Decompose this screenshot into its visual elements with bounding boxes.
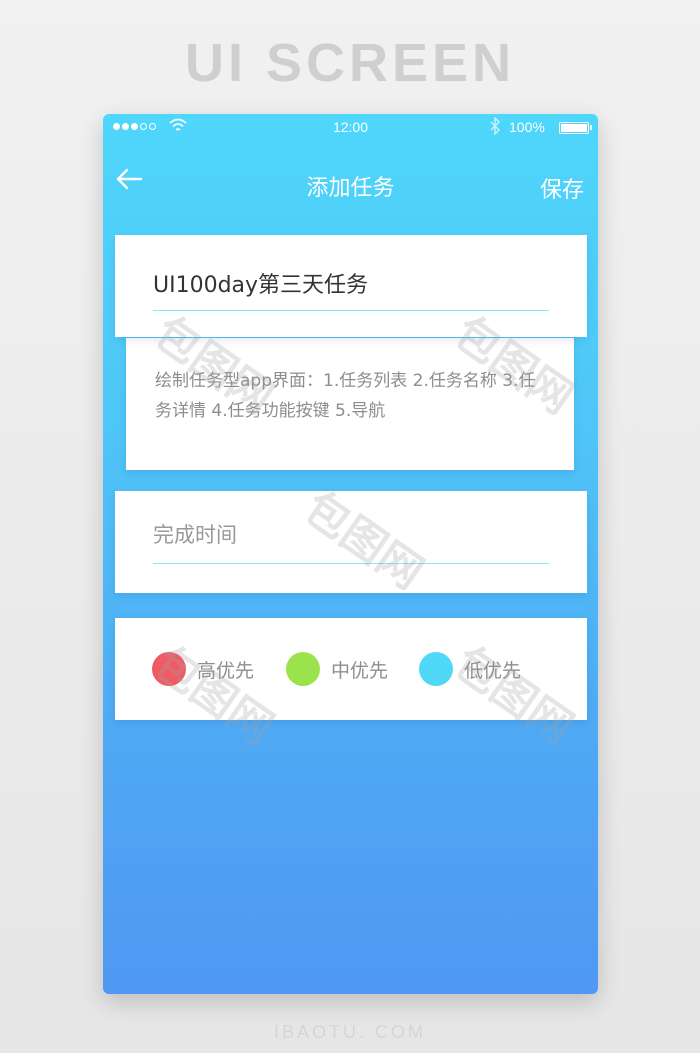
battery-icon xyxy=(559,122,589,134)
task-description-text[interactable]: 绘制任务型app界面：1.任务列表 2.任务名称 3.任务详情 4.任务功能按键… xyxy=(155,366,540,426)
time-underline xyxy=(153,563,549,564)
bluetooth-icon xyxy=(490,117,500,135)
due-time-field[interactable] xyxy=(153,523,549,547)
priority-medium-dot xyxy=(286,652,320,686)
priority-medium-label: 中优先 xyxy=(331,659,389,682)
headline: UI SCREEN xyxy=(184,33,516,93)
priority-high-label: 高优先 xyxy=(197,659,255,682)
footer-site: IBAOTU. COM xyxy=(273,1022,426,1042)
priority-low-dot xyxy=(419,652,453,686)
priority-high-dot xyxy=(152,652,186,686)
task-title-card[interactable]: UI100day第三天任务 xyxy=(115,235,587,337)
battery-tip xyxy=(590,125,592,130)
save-button[interactable]: 保存 xyxy=(540,172,584,204)
nav-bar: 添加任务 保存 xyxy=(103,158,598,208)
priority-high-option[interactable]: 高优先 xyxy=(152,652,254,686)
priority-medium-option[interactable]: 中优先 xyxy=(286,652,388,686)
phone-screen: 12:00 100% 添加任务 保存 UI100day第三天任务 绘制任务型ap… xyxy=(103,114,598,994)
title-underline xyxy=(153,310,549,311)
task-title-field[interactable]: UI100day第三天任务 xyxy=(153,267,368,299)
priority-card: 高优先 中优先 低优先 xyxy=(115,618,587,720)
priority-low-option[interactable]: 低优先 xyxy=(419,652,521,686)
page-title: 添加任务 xyxy=(306,176,395,201)
due-time-card[interactable] xyxy=(115,491,587,593)
status-bar: 12:00 100% xyxy=(103,114,598,140)
priority-low-label: 低优先 xyxy=(464,659,522,682)
task-description-card[interactable]: 绘制任务型app界面：1.任务列表 2.任务名称 3.任务详情 4.任务功能按键… xyxy=(126,338,574,470)
battery-percent: 100% xyxy=(509,119,545,135)
